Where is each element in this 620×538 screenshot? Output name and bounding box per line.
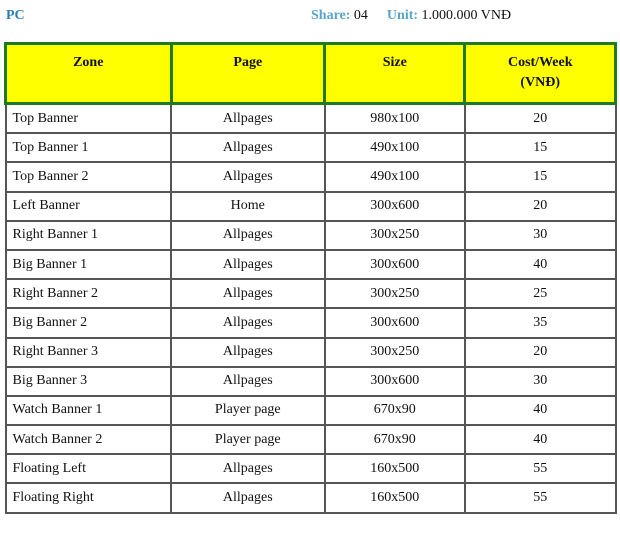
cell-page: Home xyxy=(170,190,326,222)
table-row: Big Banner 2 Allpages 300x600 35 xyxy=(4,307,617,339)
cell-page: Allpages xyxy=(170,248,326,281)
cell-cost: 55 xyxy=(463,453,617,485)
header-cost-line1: Cost/Week xyxy=(507,55,573,70)
ad-pricing-table: Zone Page Size Cost/Week (VNĐ) Top Banne… xyxy=(4,42,617,514)
cell-page: Player page xyxy=(170,424,326,456)
unit-label: Unit: xyxy=(386,8,419,23)
cell-zone: Big Banner 2 xyxy=(4,307,173,339)
section-title: PC xyxy=(6,8,25,23)
cell-zone: Right Banner 2 xyxy=(4,278,173,310)
table-row: Top Banner 2 Allpages 490x100 15 xyxy=(4,161,617,193)
cell-size: 670x90 xyxy=(323,394,466,427)
header-cost-line2: (VNĐ) xyxy=(520,75,561,90)
cell-page: Allpages xyxy=(170,365,326,397)
header-size: Size xyxy=(323,42,467,105)
cell-zone: Top Banner 1 xyxy=(4,132,173,164)
cell-zone: Floating Right xyxy=(4,482,173,514)
cell-size: 490x100 xyxy=(323,161,466,193)
cell-size: 490x100 xyxy=(323,132,466,164)
cell-cost: 55 xyxy=(463,482,617,514)
cell-size: 300x250 xyxy=(323,278,466,310)
cell-cost: 40 xyxy=(463,424,617,456)
cell-cost: 25 xyxy=(463,278,617,310)
cell-zone: Watch Banner 2 xyxy=(4,424,173,456)
cell-cost: 40 xyxy=(463,394,617,427)
cell-cost: 35 xyxy=(463,307,617,339)
cell-zone: Right Banner 1 xyxy=(4,219,173,251)
cell-cost: 15 xyxy=(463,132,617,164)
unit-value: 1.000.000 VNĐ xyxy=(421,8,512,23)
cell-page: Allpages xyxy=(170,278,326,310)
table-row: Big Banner 1 Allpages 300x600 40 xyxy=(4,248,617,281)
table-row: Top Banner Allpages 980x100 20 xyxy=(4,103,617,135)
table-row: Top Banner 1 Allpages 490x100 15 xyxy=(4,132,617,164)
cell-cost: 20 xyxy=(463,336,617,368)
header-page: Page xyxy=(169,42,327,105)
cell-page: Allpages xyxy=(170,103,326,135)
cell-size: 670x90 xyxy=(323,424,466,456)
cell-size: 300x250 xyxy=(323,336,466,368)
table-row: Floating Right Allpages 160x500 55 xyxy=(4,482,617,514)
cell-cost: 30 xyxy=(463,219,617,251)
cell-cost: 20 xyxy=(463,103,617,135)
cell-page: Allpages xyxy=(170,482,326,514)
table-row: Right Banner 3 Allpages 300x250 20 xyxy=(4,336,617,368)
cell-page: Allpages xyxy=(170,307,326,339)
table-row: Big Banner 3 Allpages 300x600 30 xyxy=(4,365,617,397)
cell-size: 160x500 xyxy=(323,453,466,485)
cell-zone: Right Banner 3 xyxy=(4,336,173,368)
header-zone: Zone xyxy=(4,42,173,105)
cell-cost: 40 xyxy=(463,248,617,281)
cell-size: 980x100 xyxy=(323,103,466,135)
cell-page: Player page xyxy=(170,394,326,427)
cell-page: Allpages xyxy=(170,132,326,164)
cell-size: 300x600 xyxy=(323,190,466,222)
cell-zone: Big Banner 3 xyxy=(4,365,173,397)
cell-zone: Top Banner xyxy=(4,103,173,135)
cell-size: 300x600 xyxy=(323,365,466,397)
table-row: Watch Banner 2 Player page 670x90 40 xyxy=(4,424,617,456)
cell-size: 300x600 xyxy=(323,248,466,281)
pricing-meta: Share: 04 Unit: 1.000.000 VNĐ xyxy=(311,8,511,24)
table-header-row: Zone Page Size Cost/Week (VNĐ) xyxy=(4,42,617,105)
cell-page: Allpages xyxy=(170,219,326,251)
cell-zone: Top Banner 2 xyxy=(4,161,173,193)
share-value: 04 xyxy=(353,8,368,23)
cell-cost: 30 xyxy=(463,365,617,397)
share-label: Share: xyxy=(311,8,351,23)
header-cost: Cost/Week (VNĐ) xyxy=(463,42,617,105)
table-row: Right Banner 2 Allpages 300x250 25 xyxy=(4,278,617,310)
cell-size: 300x600 xyxy=(323,307,466,339)
cell-cost: 15 xyxy=(463,161,617,193)
cell-page: Allpages xyxy=(170,161,326,193)
table-row: Floating Left Allpages 160x500 55 xyxy=(4,453,617,485)
cell-zone: Watch Banner 1 xyxy=(4,394,173,427)
table-row: Watch Banner 1 Player page 670x90 40 xyxy=(4,394,617,427)
cell-page: Allpages xyxy=(170,453,326,485)
cell-zone: Floating Left xyxy=(4,453,173,485)
cell-cost: 20 xyxy=(463,190,617,222)
cell-zone: Left Banner xyxy=(4,190,173,222)
table-row: Right Banner 1 Allpages 300x250 30 xyxy=(4,219,617,251)
cell-zone: Big Banner 1 xyxy=(4,248,173,281)
cell-size: 160x500 xyxy=(323,482,466,514)
cell-page: Allpages xyxy=(170,336,326,368)
table-row: Left Banner Home 300x600 20 xyxy=(4,190,617,222)
cell-size: 300x250 xyxy=(323,219,466,251)
